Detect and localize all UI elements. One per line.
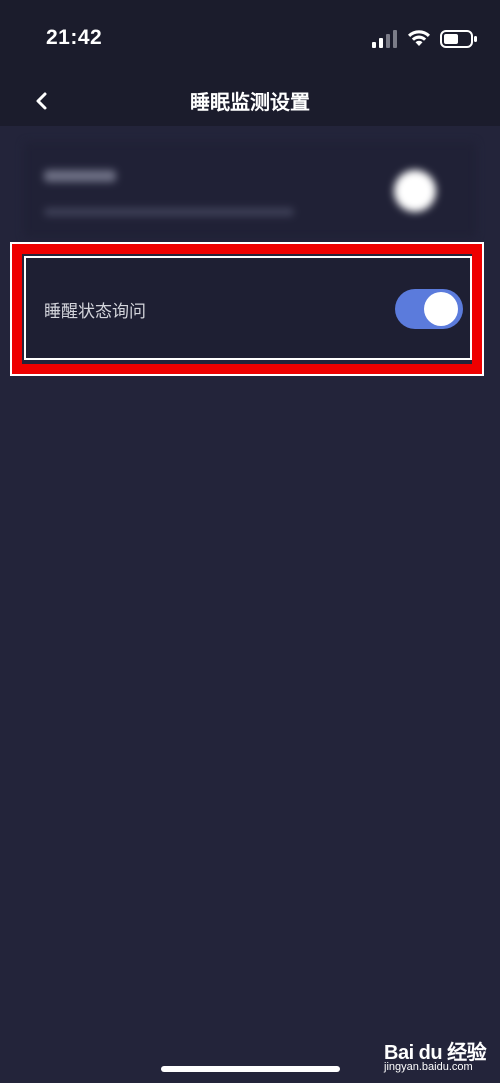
nav-bar: 睡眠监测设置: [0, 78, 500, 126]
blurred-toggle: [394, 170, 436, 212]
wifi-icon: [408, 30, 430, 46]
blurred-setting-row: [24, 142, 476, 238]
home-indicator[interactable]: [161, 1066, 340, 1072]
signal-icon: [372, 30, 397, 48]
setting-label: 睡醒状态询问: [44, 302, 146, 322]
blurred-label: [44, 170, 116, 182]
battery-icon: [440, 30, 477, 48]
watermark: Bai du 经验 jingyan.baidu.com: [384, 1036, 494, 1076]
status-time: 21:42: [46, 26, 103, 49]
page-title: 睡眠监测设置: [190, 90, 310, 114]
setting-row-wake-status[interactable]: 睡醒状态询问: [24, 256, 472, 360]
blurred-description: [44, 208, 294, 216]
wake-status-toggle[interactable]: [395, 289, 463, 329]
watermark-url: jingyan.baidu.com: [384, 1061, 473, 1073]
toggle-knob: [424, 292, 458, 326]
status-bar: 21:42: [0, 0, 500, 78]
